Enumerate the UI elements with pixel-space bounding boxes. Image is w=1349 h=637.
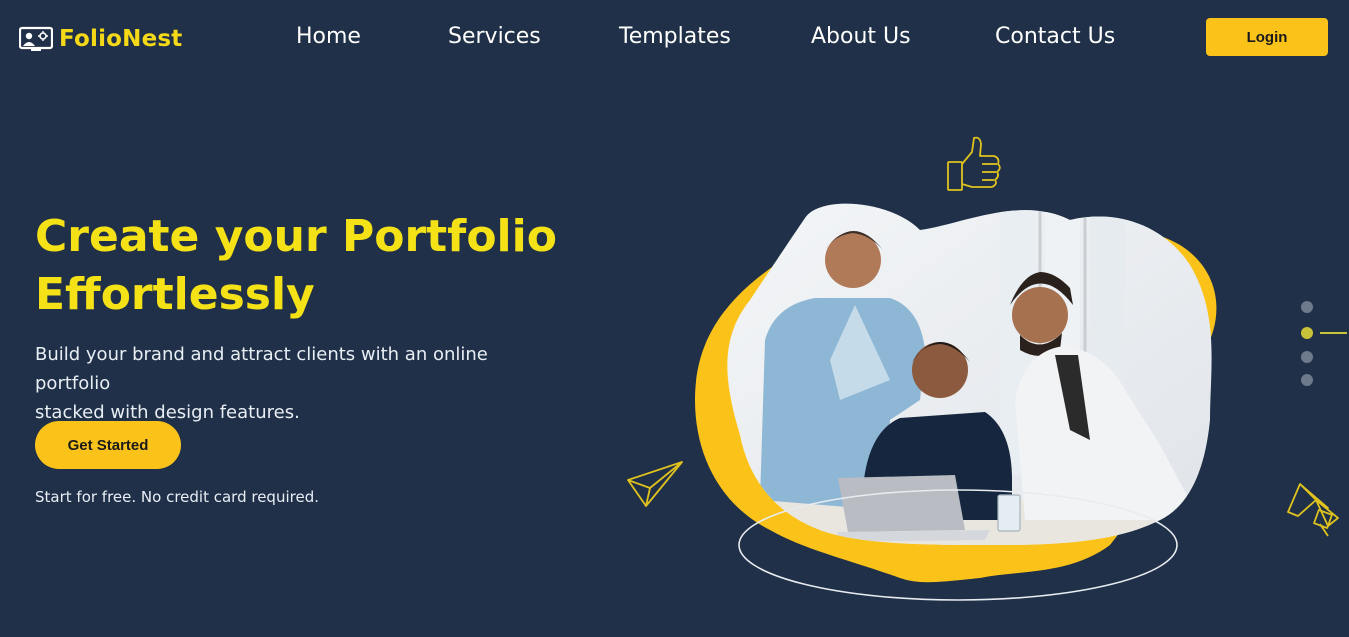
carousel-dot-2[interactable] <box>1301 327 1313 339</box>
carousel-dot-3[interactable] <box>1301 351 1313 363</box>
hero-title-line-2: Effortlessly <box>35 269 315 320</box>
site-header: FolioNest Home Services Templates About … <box>0 0 1349 78</box>
brand-logo[interactable]: FolioNest <box>19 24 182 54</box>
nav-about-us[interactable]: About Us <box>811 24 911 49</box>
paper-plane-icon <box>627 461 683 507</box>
team-presentation-icon <box>19 26 53 51</box>
carousel-dot-4[interactable] <box>1301 374 1313 386</box>
nav-home[interactable]: Home <box>296 24 361 49</box>
nav-contact-us[interactable]: Contact Us <box>995 24 1115 49</box>
carousel-dot-1[interactable] <box>1301 301 1313 313</box>
hero-title-line-1: Create your Portfolio <box>35 211 557 262</box>
cta-note: Start for free. No credit card required. <box>35 488 319 506</box>
thumbs-up-icon <box>947 136 1001 191</box>
hero-illustration <box>627 136 1339 601</box>
login-button[interactable]: Login <box>1206 18 1328 56</box>
hero-subtitle: Build your brand and attract clients wit… <box>35 340 555 427</box>
hero-subtitle-line-1: Build your brand and attract clients wit… <box>35 344 488 394</box>
brand-name: FolioNest <box>59 26 183 52</box>
nav-services[interactable]: Services <box>448 24 541 49</box>
hero-subtitle-line-2: stacked with design features. <box>35 402 300 423</box>
hero-title: Create your Portfolio Effortlessly <box>35 208 595 324</box>
megaphone-icon <box>1287 483 1339 537</box>
nav-templates[interactable]: Templates <box>619 24 731 49</box>
get-started-button[interactable]: Get Started <box>35 421 181 469</box>
carousel-indicators <box>1290 297 1349 392</box>
carousel-active-line <box>1320 332 1347 334</box>
